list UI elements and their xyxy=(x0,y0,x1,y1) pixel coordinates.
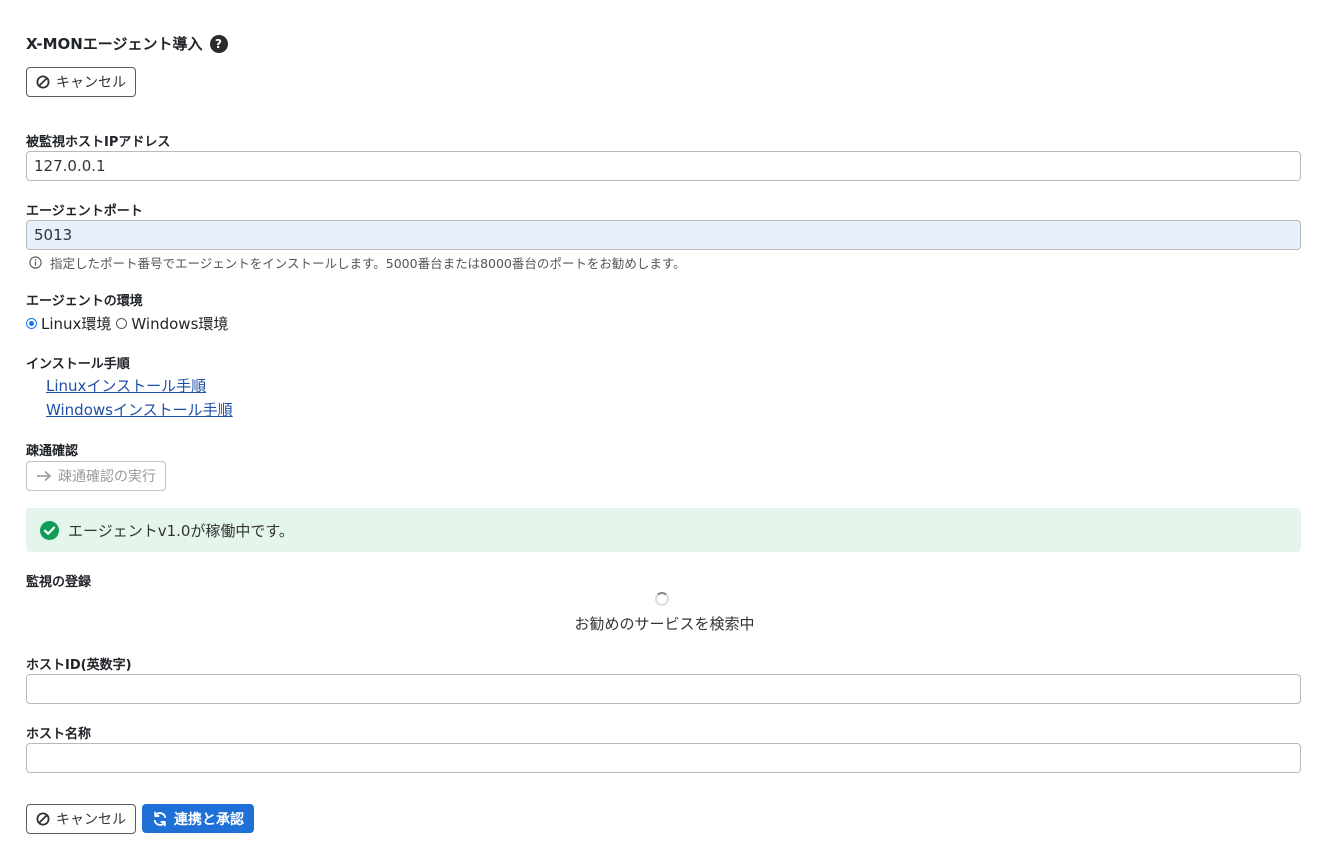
cancel-button-bottom-label: キャンセル xyxy=(56,812,126,828)
page-title: X-MONエージェント導入 ? xyxy=(26,33,228,54)
agent-port-label: エージェントポート xyxy=(26,204,143,219)
info-icon xyxy=(29,256,42,269)
connectivity-check-button-label: 疎通確認の実行 xyxy=(58,469,156,485)
install-procedure-label: インストール手順 xyxy=(26,357,130,372)
host-id-input[interactable] xyxy=(26,674,1301,704)
agent-port-value: 5013 xyxy=(34,226,73,244)
service-search-status: お勧めのサービスを検索中 xyxy=(574,615,755,633)
connectivity-label: 疎通確認 xyxy=(26,444,79,459)
agent-status-alert: エージェントv1.0が稼働中です。 xyxy=(26,508,1301,552)
question-circle-icon[interactable]: ? xyxy=(209,34,228,53)
agent-port-hint: 指定したポート番号でエージェントをインストールします。5000番台または8000… xyxy=(29,253,686,272)
loading-spinner-icon xyxy=(655,592,669,606)
host-name-input[interactable] xyxy=(26,743,1301,773)
host-ip-value: 127.0.0.1 xyxy=(34,157,106,175)
host-ip-label: 被監視ホストIPアドレス xyxy=(26,135,171,150)
link-and-approve-button-label: 連携と承認 xyxy=(174,811,244,828)
radio-linux[interactable] xyxy=(26,318,37,329)
radio-windows[interactable] xyxy=(116,318,128,329)
check-circle-icon xyxy=(40,520,59,540)
agent-port-input[interactable]: 5013 xyxy=(26,220,1301,250)
ban-icon xyxy=(36,75,50,89)
radio-windows-label[interactable]: Windows環境 xyxy=(131,313,228,334)
radio-linux-label[interactable]: Linux環境 xyxy=(41,313,111,334)
registration-label: 監視の登録 xyxy=(26,575,92,590)
ban-icon xyxy=(36,812,50,826)
agent-install-page: X-MONエージェント導入 ? キャンセル 被監視ホストIPアドレス 127.0… xyxy=(0,0,1329,863)
windows-install-link[interactable]: Windowsインストール手順 xyxy=(46,399,233,420)
sync-icon xyxy=(153,811,167,826)
environment-radio-group: Linux環境 Windows環境 xyxy=(26,313,228,334)
arrow-right-icon xyxy=(37,470,52,482)
cancel-button-top-label: キャンセル xyxy=(56,75,126,91)
environment-label: エージェントの環境 xyxy=(26,294,143,309)
host-name-label: ホスト名称 xyxy=(26,727,92,742)
cancel-button-top[interactable]: キャンセル xyxy=(26,67,136,97)
host-id-label: ホストID(英数字) xyxy=(26,658,132,673)
agent-port-hint-text: 指定したポート番号でエージェントをインストールします。5000番台または8000… xyxy=(50,256,686,271)
link-and-approve-button[interactable]: 連携と承認 xyxy=(142,804,254,833)
linux-install-link[interactable]: Linuxインストール手順 xyxy=(46,375,206,396)
page-title-text: X-MONエージェント導入 xyxy=(26,35,203,53)
agent-status-text: エージェントv1.0が稼働中です。 xyxy=(68,521,294,540)
connectivity-check-button[interactable]: 疎通確認の実行 xyxy=(26,461,166,491)
host-ip-input[interactable]: 127.0.0.1 xyxy=(26,151,1301,181)
cancel-button-bottom[interactable]: キャンセル xyxy=(26,804,136,834)
